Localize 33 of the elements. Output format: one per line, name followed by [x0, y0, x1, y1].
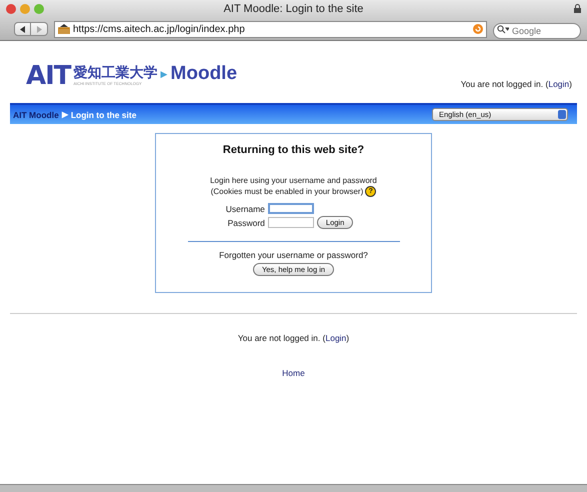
search-field[interactable]: Google — [493, 23, 581, 39]
zoom-icon[interactable] — [34, 4, 44, 14]
search-icon — [497, 25, 509, 34]
login-status: You are not logged in. (Login) — [460, 79, 572, 89]
close-icon[interactable] — [6, 4, 16, 14]
login-heading: Returning to this web site? — [222, 144, 364, 156]
logo-arrow: ▶ — [160, 69, 168, 79]
login-instructions: Login here using your username and password — [210, 176, 377, 186]
footer-login-status: You are not logged in. (Login) — [238, 333, 350, 343]
back-button[interactable] — [14, 22, 31, 36]
rss-icon[interactable] — [473, 24, 483, 34]
cookies-note: (Cookies must be enabled in your browser) — [210, 186, 364, 196]
breadcrumb-link[interactable]: AIT Moodle — [13, 110, 59, 120]
forward-arrow-icon — [36, 26, 42, 32]
window-title: AIT Moodle: Login to the site — [224, 3, 364, 15]
login-link[interactable]: Login — [548, 79, 570, 89]
lock-icon — [574, 4, 581, 13]
breadcrumb-separator: ▶ — [62, 110, 68, 119]
home-link[interactable]: Home — [282, 368, 305, 378]
username-field[interactable] — [268, 203, 314, 214]
site-icon — [58, 24, 70, 34]
logo-japanese-name: 愛知工業大学 — [74, 63, 158, 81]
minimize-icon[interactable] — [20, 4, 30, 14]
logo-mark: AIT — [26, 63, 71, 89]
back-arrow-icon — [20, 26, 26, 32]
password-field[interactable] — [268, 217, 314, 228]
footer-login-link[interactable]: Login — [325, 333, 346, 343]
username-label: Username — [226, 204, 265, 214]
address-bar[interactable]: https://cms.aitech.ac.jp/login/index.php — [54, 20, 487, 38]
breadcrumb-current: Login to the site — [70, 110, 136, 120]
password-label: Password — [226, 218, 265, 228]
logo-product-name: Moodle — [170, 63, 238, 85]
forgot-password-text: Forgotten your username or password? — [219, 250, 368, 260]
